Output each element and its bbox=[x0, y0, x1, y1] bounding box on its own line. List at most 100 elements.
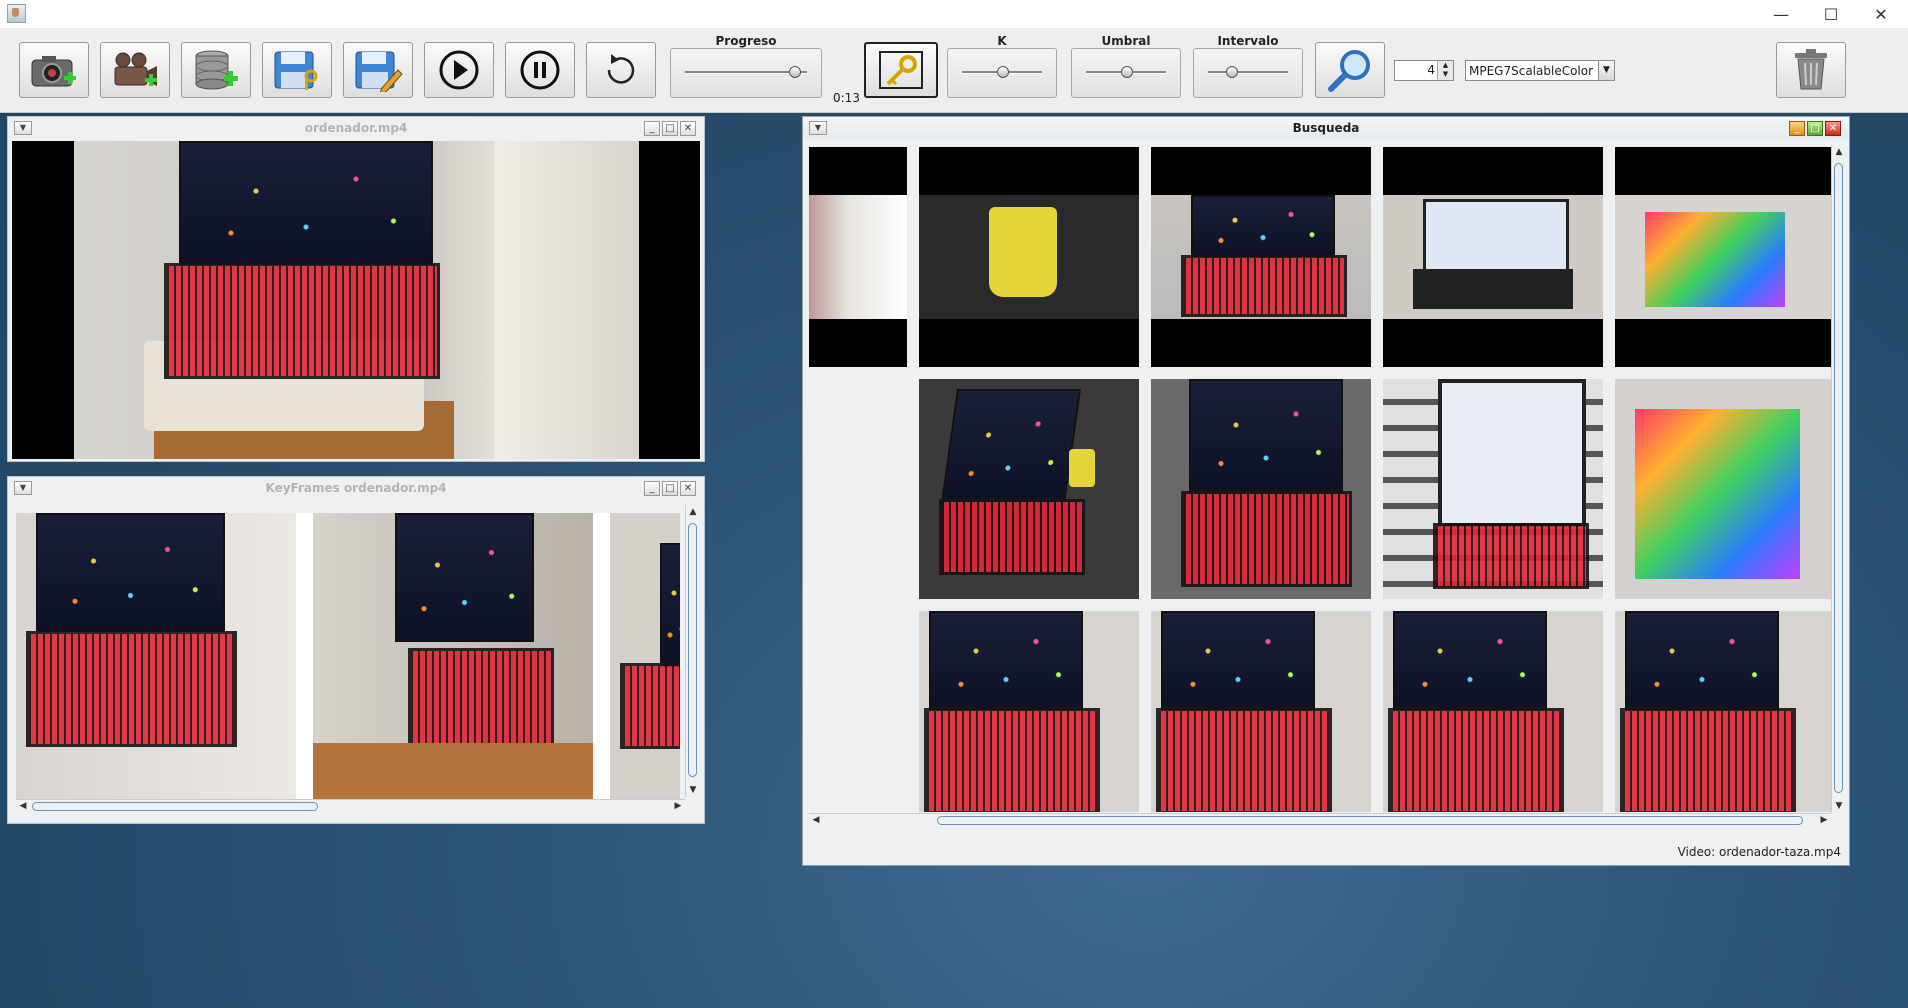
scroll-thumb[interactable] bbox=[32, 802, 318, 811]
k-thumb[interactable] bbox=[997, 66, 1009, 78]
database-add-icon bbox=[195, 50, 238, 90]
frame-minimize-button[interactable]: _ bbox=[644, 481, 660, 496]
keyframes-frame-title: KeyFrames ordenador.mp4 bbox=[265, 481, 447, 495]
search-status-text: Video: ordenador-taza.mp4 bbox=[1677, 845, 1841, 859]
chevron-down-icon[interactable]: ▼ bbox=[1598, 61, 1614, 80]
k-spinner[interactable]: 4 ▲ ▼ bbox=[1394, 60, 1454, 81]
k-label: K bbox=[997, 34, 1007, 48]
video-frame-image bbox=[74, 141, 639, 459]
search-frame: ▼ Busqueda _ □ ✕ ▲ ▼ ◀ ▶ Video: ordenado… bbox=[802, 116, 1850, 866]
search-button[interactable] bbox=[1315, 42, 1385, 98]
trash-icon bbox=[1795, 49, 1827, 90]
maximize-button[interactable]: ☐ bbox=[1806, 0, 1856, 28]
result-thumbnail[interactable] bbox=[809, 147, 907, 367]
progress-slider[interactable] bbox=[670, 48, 822, 98]
scroll-right-icon[interactable]: ▶ bbox=[671, 801, 685, 811]
key-icon bbox=[879, 51, 923, 89]
reload-button[interactable] bbox=[586, 42, 656, 98]
keyframe-thumbnail[interactable] bbox=[313, 513, 593, 799]
result-thumbnail[interactable] bbox=[1383, 379, 1603, 599]
scroll-right-icon[interactable]: ▶ bbox=[1817, 815, 1831, 825]
frame-maximize-button[interactable]: □ bbox=[662, 481, 678, 496]
intervalo-track bbox=[1208, 71, 1288, 74]
scroll-thumb[interactable] bbox=[1834, 163, 1843, 793]
scroll-down-icon[interactable]: ▼ bbox=[686, 785, 700, 795]
scroll-up-icon[interactable]: ▲ bbox=[686, 507, 700, 517]
result-thumbnail[interactable] bbox=[919, 379, 1139, 599]
refresh-icon bbox=[607, 54, 635, 84]
keyframes-horizontal-scrollbar[interactable]: ◀ ▶ bbox=[16, 799, 685, 814]
add-camera-button[interactable] bbox=[19, 42, 89, 98]
video-frame-title: ordenador.mp4 bbox=[304, 121, 408, 135]
keyframes-list bbox=[16, 513, 680, 799]
scroll-thumb[interactable] bbox=[688, 523, 697, 777]
delete-button[interactable] bbox=[1776, 42, 1846, 98]
scroll-up-icon[interactable]: ▲ bbox=[1832, 147, 1846, 157]
maximize-icon: ☐ bbox=[1823, 4, 1839, 24]
frame-minimize-button[interactable]: _ bbox=[1789, 121, 1805, 136]
descriptor-select[interactable]: MPEG7ScalableColor ▼ bbox=[1465, 60, 1615, 81]
save-key-button[interactable] bbox=[262, 42, 332, 98]
video-camera-add-icon bbox=[114, 52, 157, 86]
result-thumbnail[interactable] bbox=[919, 611, 1139, 812]
video-player[interactable] bbox=[12, 141, 700, 459]
scroll-thumb[interactable] bbox=[937, 816, 1803, 825]
window-titlebar: — ☐ ✕ bbox=[0, 0, 1908, 28]
k-slider[interactable] bbox=[947, 48, 1057, 98]
search-icon bbox=[1328, 50, 1370, 92]
frame-close-button[interactable]: ✕ bbox=[680, 121, 696, 136]
frame-maximize-button[interactable]: □ bbox=[662, 121, 678, 136]
frame-close-button[interactable]: ✕ bbox=[1825, 121, 1841, 136]
minimize-button[interactable]: — bbox=[1756, 0, 1806, 28]
pause-button[interactable] bbox=[505, 42, 575, 98]
result-thumbnail[interactable] bbox=[1615, 611, 1831, 812]
umbral-slider[interactable] bbox=[1071, 48, 1181, 98]
scroll-down-icon[interactable]: ▼ bbox=[1832, 801, 1846, 811]
keyframe-button[interactable] bbox=[864, 42, 938, 98]
search-frame-title: Busqueda bbox=[1292, 121, 1360, 135]
close-button[interactable]: ✕ bbox=[1856, 0, 1906, 28]
search-results-grid bbox=[809, 147, 1831, 812]
play-button[interactable] bbox=[424, 42, 494, 98]
keyframes-frame-titlebar[interactable]: ▼ KeyFrames ordenador.mp4 _ □ ✕ bbox=[8, 477, 704, 499]
add-database-button[interactable] bbox=[181, 42, 251, 98]
frame-maximize-button[interactable]: □ bbox=[1807, 121, 1823, 136]
intervalo-thumb[interactable] bbox=[1226, 66, 1238, 78]
toolbar: Progreso 0:13 K Umbral Similitud Interva… bbox=[0, 28, 1908, 113]
video-frame-titlebar[interactable]: ▼ ordenador.mp4 _ □ ✕ bbox=[8, 117, 704, 139]
intervalo-label: Intervalo bbox=[1217, 34, 1279, 48]
scroll-left-icon[interactable]: ◀ bbox=[809, 815, 823, 825]
result-thumbnail[interactable] bbox=[1383, 147, 1603, 367]
result-thumbnail[interactable] bbox=[1615, 379, 1831, 599]
result-thumbnail[interactable] bbox=[1151, 611, 1371, 812]
result-thumbnail[interactable] bbox=[1615, 147, 1831, 367]
video-frame: ▼ ordenador.mp4 _ □ ✕ bbox=[7, 116, 705, 462]
keyframe-thumbnail[interactable] bbox=[610, 513, 680, 799]
frame-close-button[interactable]: ✕ bbox=[680, 481, 696, 496]
add-video-camera-button[interactable] bbox=[100, 42, 170, 98]
save-edit-icon bbox=[355, 51, 403, 92]
search-frame-titlebar[interactable]: ▼ Busqueda _ □ ✕ bbox=[803, 117, 1849, 139]
frame-minimize-button[interactable]: _ bbox=[644, 121, 660, 136]
intervalo-slider[interactable] bbox=[1193, 48, 1303, 98]
keyframe-thumbnail[interactable] bbox=[16, 513, 296, 799]
spinner-value: 4 bbox=[1427, 63, 1435, 77]
result-thumbnail[interactable] bbox=[919, 147, 1139, 367]
result-thumbnail[interactable] bbox=[1151, 147, 1371, 367]
umbral-thumb[interactable] bbox=[1121, 66, 1133, 78]
camera-add-icon bbox=[31, 56, 76, 87]
save-edit-button[interactable] bbox=[343, 42, 413, 98]
java-app-icon bbox=[7, 4, 26, 23]
progress-thumb[interactable] bbox=[789, 66, 801, 78]
keyframes-vertical-scrollbar[interactable]: ▲ ▼ bbox=[685, 505, 700, 797]
results-vertical-scrollbar[interactable]: ▲ ▼ bbox=[1831, 145, 1846, 813]
result-thumbnail[interactable] bbox=[1151, 379, 1371, 599]
close-icon: ✕ bbox=[1874, 4, 1888, 24]
results-horizontal-scrollbar[interactable]: ◀ ▶ bbox=[809, 813, 1831, 828]
progress-label: Progreso bbox=[715, 34, 777, 48]
spinner-arrows[interactable]: ▲ ▼ bbox=[1437, 61, 1453, 80]
result-thumbnail[interactable] bbox=[1383, 611, 1603, 812]
pause-icon bbox=[520, 50, 560, 90]
play-icon bbox=[439, 50, 479, 90]
scroll-left-icon[interactable]: ◀ bbox=[16, 801, 30, 811]
